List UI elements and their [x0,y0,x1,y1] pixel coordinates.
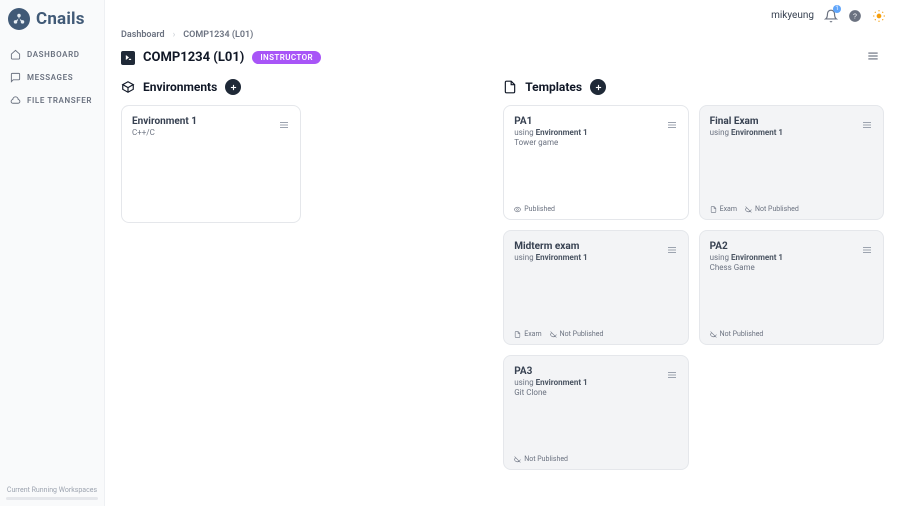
sidebar-footer: Current Running Workspaces [0,486,104,500]
brand-logo[interactable]: Cnails [0,8,104,40]
breadcrumb: Dashboard › COMP1234 (L01) [105,24,900,40]
sidebar-item-label: DASHBOARD [27,50,80,59]
card-menu-icon[interactable] [666,241,678,260]
environment-title: Environment 1 [132,116,290,127]
sidebar-item-messages[interactable]: MESSAGES [6,67,98,88]
sidebar-item-label: FILE TRANSFER [27,96,92,105]
template-title: Midterm exam [514,241,677,252]
breadcrumb-item[interactable]: Dashboard [121,30,165,40]
cube-icon [121,80,135,94]
template-subtitle: using Environment 1 [710,253,873,262]
environments-heading-row: Environments [121,79,487,95]
sidebar: Cnails DASHBOARD MESSAGES FILE TRANSFER … [0,0,105,506]
brand-icon [8,8,30,30]
template-title: PA2 [710,241,873,252]
theme-toggle-icon[interactable] [872,8,886,22]
templates-grid: PA1using Environment 1Tower gamePublishe… [503,105,884,470]
template-subtitle: using Environment 1 [514,253,677,262]
template-tag: Not Published [710,330,764,338]
template-subtitle: using Environment 1 [514,128,677,137]
page-menu-icon[interactable] [866,48,880,67]
template-title: PA1 [514,116,677,127]
templates-heading: Templates [525,80,582,94]
template-description: Git Clone [514,388,677,397]
template-tags: Exam Not Published [514,330,677,338]
sidebar-item-dashboard[interactable]: DASHBOARD [6,44,98,65]
workspace-progress-bar [6,497,98,500]
role-badge: INSTRUCTOR [252,51,321,64]
environments-heading: Environments [143,80,217,94]
template-description: Chess Game [710,263,873,272]
template-tag: Exam [710,205,737,213]
template-card[interactable]: PA3using Environment 1Git Clone Not Publi… [503,355,688,470]
content-columns: Environments Environment 1 C++/C Templat… [105,67,900,506]
sidebar-item-file-transfer[interactable]: FILE TRANSFER [6,90,98,111]
template-card[interactable]: PA2using Environment 1Chess Game Not Publ… [699,230,884,345]
help-icon[interactable]: ? [848,8,862,22]
template-tag: Exam [514,330,541,338]
workspace-footer-label: Current Running Workspaces [6,486,98,494]
templates-heading-row: Templates [503,79,884,95]
page-title-row: COMP1234 (L01) INSTRUCTOR [105,40,900,67]
add-environment-button[interactable] [225,79,241,95]
template-tags: Published [514,205,677,213]
template-tag: Not Published [514,455,568,463]
template-tags: Not Published [710,330,873,338]
breadcrumb-separator: › [173,30,176,40]
svg-text:?: ? [853,13,857,20]
username[interactable]: mikyeung [771,10,814,21]
template-tag: Published [514,205,555,213]
notification-badge: 1 [833,5,841,13]
template-title: PA3 [514,366,677,377]
environment-card[interactable]: Environment 1 C++/C [121,105,301,223]
templates-section: Templates PA1using Environment 1Tower ga… [503,79,884,494]
template-subtitle: using Environment 1 [710,128,873,137]
breadcrumb-item[interactable]: COMP1234 (L01) [183,30,253,40]
template-tag: Not Published [550,330,604,338]
add-template-button[interactable] [590,79,606,95]
sidebar-item-label: MESSAGES [27,73,73,82]
template-title: Final Exam [710,116,873,127]
template-tags: Exam Not Published [710,205,873,213]
template-card[interactable]: Midterm examusing Environment 1 Exam Not P… [503,230,688,345]
template-card[interactable]: PA1using Environment 1Tower game Publishe… [503,105,688,220]
topbar: mikyeung 1 ? [105,0,900,24]
main: mikyeung 1 ? Dashboard › COMP1234 (L01) … [105,0,900,506]
card-menu-icon[interactable] [666,116,678,135]
card-menu-icon[interactable] [278,116,290,135]
sidebar-nav: DASHBOARD MESSAGES FILE TRANSFER [0,40,104,115]
page-title: COMP1234 (L01) [143,50,244,65]
terminal-icon [121,51,135,65]
template-tag: Not Published [745,205,799,213]
template-card[interactable]: Final Examusing Environment 1 Exam Not Pub… [699,105,884,220]
template-tags: Not Published [514,455,677,463]
brand-name: Cnails [36,9,85,29]
environments-section: Environments Environment 1 C++/C [121,79,487,494]
environment-subtitle: C++/C [132,128,290,137]
template-description: Tower game [514,138,677,147]
card-menu-icon[interactable] [861,116,873,135]
card-menu-icon[interactable] [861,241,873,260]
card-menu-icon[interactable] [666,366,678,385]
template-subtitle: using Environment 1 [514,378,677,387]
document-icon [503,80,517,94]
bell-icon[interactable]: 1 [824,8,838,22]
